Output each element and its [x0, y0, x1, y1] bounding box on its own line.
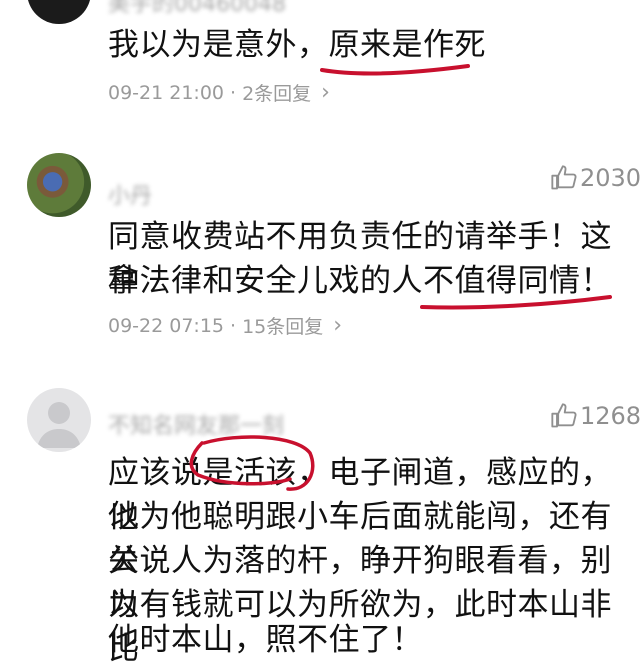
- comment-meta: 09-22 07:15 · 15条回复 ›: [108, 312, 343, 339]
- comment-text-line: 他时本山，照不住了！: [108, 622, 423, 658]
- avatar[interactable]: [27, 153, 91, 217]
- thumb-up-icon: [551, 165, 577, 190]
- thumb-up-icon: [551, 403, 577, 428]
- comment-text-line: 拿法律和安全儿戏的人不值得同情！: [108, 263, 612, 299]
- chevron-right-icon[interactable]: ›: [321, 80, 330, 105]
- like-count: 1268: [580, 402, 640, 430]
- default-avatar-icon: [37, 402, 81, 448]
- comment-3: 不知名网友那一刻 1268 应该说是活该，电子闸道，感应的，他 以为他聪明跟小车…: [0, 386, 640, 667]
- like-button[interactable]: 1268: [550, 402, 640, 430]
- avatar[interactable]: [27, 388, 91, 452]
- chevron-right-icon[interactable]: ›: [333, 313, 342, 338]
- avatar[interactable]: [27, 0, 91, 24]
- reply-count-link[interactable]: 2条回复: [242, 79, 311, 106]
- comment-username[interactable]: 美宇的00460048: [108, 0, 286, 18]
- comment-text: 我以为是意外，原来是作死: [108, 27, 486, 63]
- comment-time: 09-22 07:15: [108, 314, 225, 337]
- comment-username[interactable]: 不知名网友那一刻: [108, 408, 284, 440]
- comment-time: 09-21 21:00: [108, 81, 225, 104]
- comment-1: 美宇的00460048 我以为是意外，原来是作死 09-21 21:00 · 2…: [0, 0, 640, 110]
- comment-2: 小丹 2030 同意收费站不用负责任的请举手！这种 拿法律和安全儿戏的人不值得同…: [0, 150, 640, 350]
- comment-username[interactable]: 小丹: [108, 178, 152, 210]
- reply-count-link[interactable]: 15条回复: [242, 312, 323, 339]
- like-button[interactable]: 2030: [550, 164, 640, 192]
- comment-meta: 09-21 21:00 · 2条回复 ›: [108, 79, 330, 106]
- like-count: 2030: [580, 164, 640, 192]
